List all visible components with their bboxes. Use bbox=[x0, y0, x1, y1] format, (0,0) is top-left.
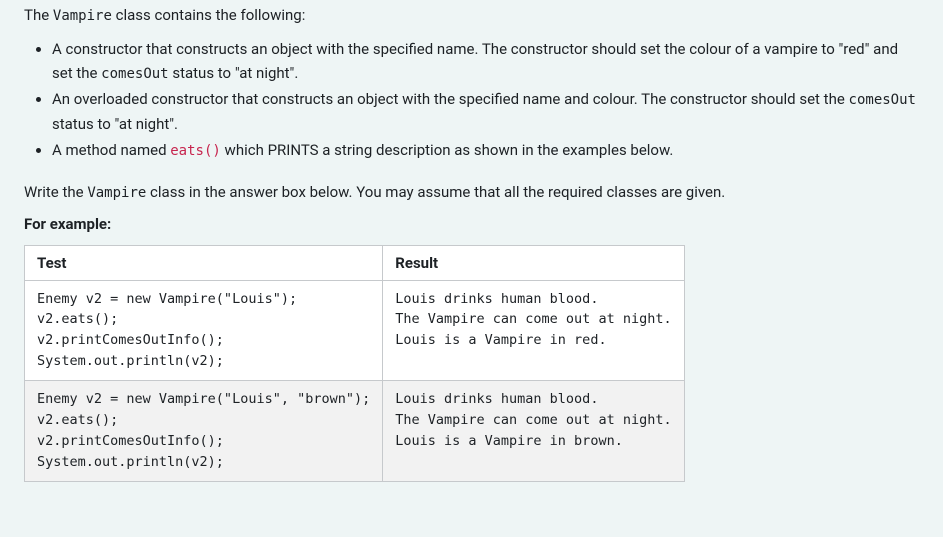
table-row: Enemy v2 = new Vampire("Louis", "brown")… bbox=[25, 381, 685, 482]
intro-line: The Vampire class contains the following… bbox=[24, 0, 919, 27]
test-cell: Enemy v2 = new Vampire("Louis"); v2.eats… bbox=[25, 280, 383, 381]
bullet-post: status to "at night". bbox=[52, 115, 178, 133]
requirements-list: A constructor that constructs an object … bbox=[52, 37, 919, 162]
list-item: A constructor that constructs an object … bbox=[52, 37, 919, 85]
for-example-label: For example: bbox=[24, 215, 919, 233]
bullet-pre: An overloaded constructor that construct… bbox=[52, 90, 849, 108]
table-header-result: Result bbox=[383, 245, 684, 280]
intro-prefix: The bbox=[24, 6, 53, 24]
table-header-test: Test bbox=[25, 245, 383, 280]
result-cell: Louis drinks human blood. The Vampire ca… bbox=[383, 381, 684, 482]
bullet-code: comesOut bbox=[101, 66, 168, 82]
table-row: Enemy v2 = new Vampire("Louis"); v2.eats… bbox=[25, 280, 685, 381]
list-item: A method named eats() which PRINTS a str… bbox=[52, 138, 919, 162]
write-instruction: Write the Vampire class in the answer bo… bbox=[24, 180, 919, 204]
intro-suffix: class contains the following: bbox=[112, 6, 305, 24]
bullet-code: eats() bbox=[170, 143, 221, 159]
list-item: An overloaded constructor that construct… bbox=[52, 87, 919, 135]
example-table: Test Result Enemy v2 = new Vampire("Loui… bbox=[24, 245, 685, 482]
bullet-code: comesOut bbox=[849, 92, 916, 108]
bullet-pre: A method named bbox=[52, 141, 170, 159]
test-cell: Enemy v2 = new Vampire("Louis", "brown")… bbox=[25, 381, 383, 482]
bullet-post: which PRINTS a string description as sho… bbox=[221, 141, 673, 159]
write-pre: Write the bbox=[24, 183, 87, 201]
result-cell: Louis drinks human blood. The Vampire ca… bbox=[383, 280, 684, 381]
write-classname: Vampire bbox=[87, 185, 146, 201]
intro-classname: Vampire bbox=[53, 8, 112, 24]
bullet-post: status to "at night". bbox=[169, 64, 299, 82]
write-post: class in the answer box below. You may a… bbox=[146, 183, 725, 201]
